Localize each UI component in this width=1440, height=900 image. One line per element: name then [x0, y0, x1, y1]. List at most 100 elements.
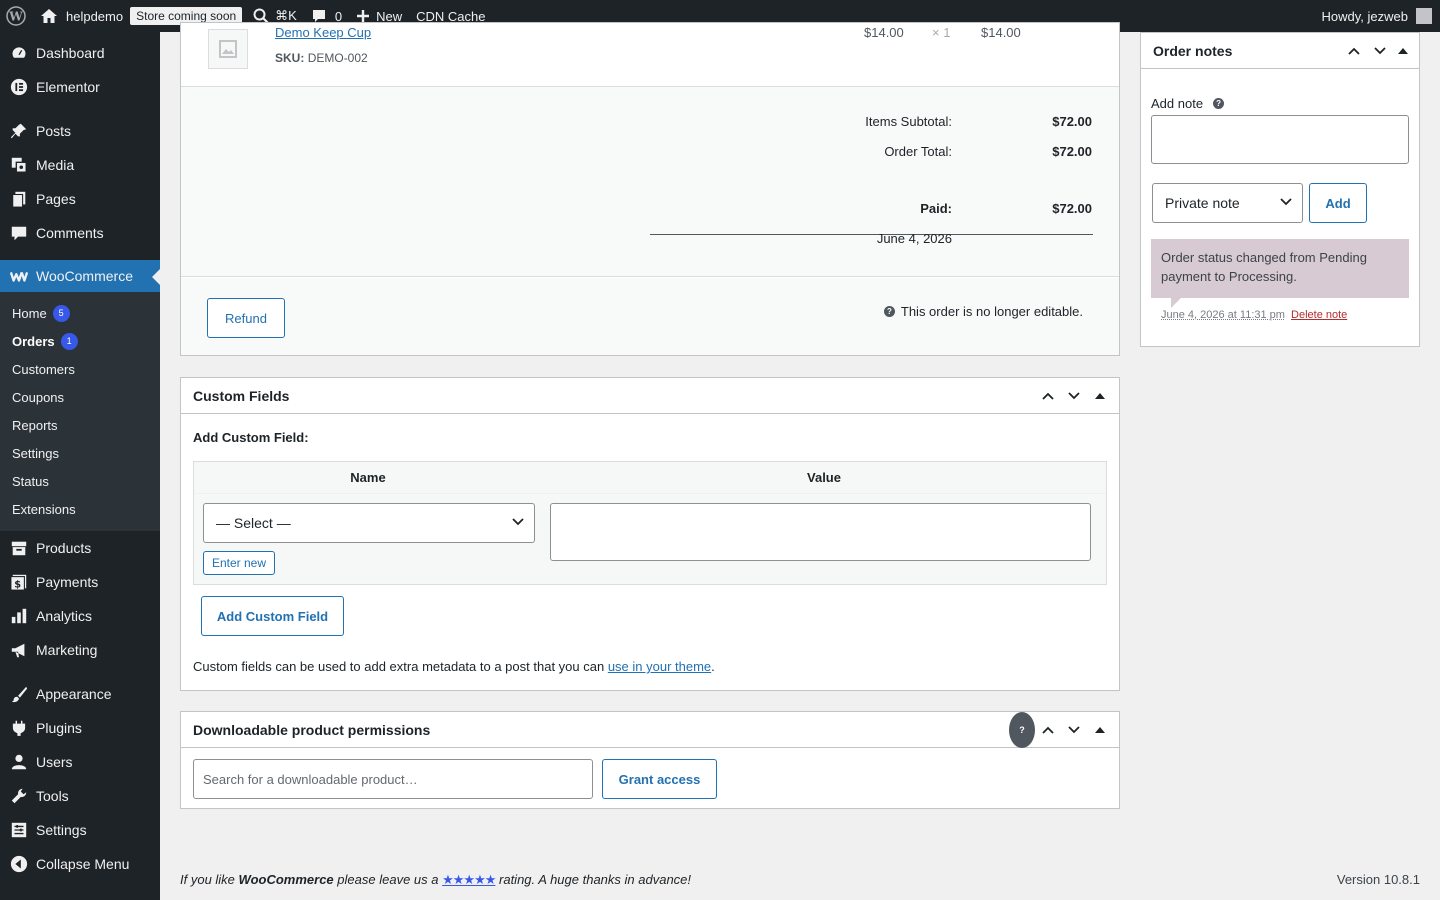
delete-note-link[interactable]: Delete note [1291, 309, 1347, 321]
sku-label: SKU: [275, 51, 305, 65]
refund-button[interactable]: Refund [207, 298, 285, 338]
chevron-down-icon [512, 518, 524, 526]
product-sku: SKU: DEMO-002 [275, 51, 368, 65]
menu-comments[interactable]: Comments [0, 216, 160, 250]
admin-sidebar: Dashboard Elementor Posts Media Pages Co… [0, 32, 160, 900]
submenu-customers[interactable]: Customers [0, 355, 160, 383]
menu-settings[interactable]: Settings [0, 813, 160, 847]
toggle-panel-icon[interactable] [1087, 378, 1113, 414]
order-note: Order status changed from Pending paymen… [1151, 239, 1409, 308]
note-type-select[interactable]: Private note [1152, 183, 1303, 223]
custom-fields-header: Custom Fields [181, 378, 1119, 414]
menu-pages[interactable]: Pages [0, 182, 160, 216]
move-down-icon[interactable] [1367, 33, 1393, 69]
move-down-icon[interactable] [1061, 712, 1087, 748]
add-note-text: Add note [1151, 96, 1204, 111]
product-name-link[interactable]: Demo Keep Cup [275, 25, 371, 40]
product-thumbnail [208, 29, 248, 69]
menu-elementor[interactable]: Elementor [0, 70, 160, 104]
submenu-settings[interactable]: Settings [0, 439, 160, 467]
order-total-row: Order Total: $72.00 [632, 144, 1092, 159]
sku-value: DEMO-002 [307, 51, 368, 65]
order-totals: Items Subtotal: $72.00 Order Total: $72.… [181, 87, 1119, 277]
rating-stars-link[interactable]: ★★★★★ [442, 872, 496, 887]
submenu-orders[interactable]: Orders 1 [0, 327, 160, 355]
collapse-menu-button[interactable]: Collapse Menu [0, 847, 160, 881]
menu-payments[interactable]: $ Payments [0, 565, 160, 599]
footer-text: If you like [180, 872, 235, 887]
menu-analytics[interactable]: Analytics [0, 599, 160, 633]
chevron-down-icon [1280, 198, 1292, 206]
move-up-icon[interactable] [1035, 378, 1061, 414]
menu-label: Analytics [36, 608, 93, 624]
custom-field-name-select[interactable]: — Select — [203, 503, 535, 543]
submenu-reports[interactable]: Reports [0, 411, 160, 439]
menu-woocommerce[interactable]: WooCommerce [0, 260, 160, 292]
enter-new-button[interactable]: Enter new [203, 551, 275, 575]
avatar[interactable] [1416, 8, 1432, 24]
use-in-theme-link[interactable]: use in your theme [608, 659, 711, 674]
wrench-icon [9, 786, 29, 806]
toggle-panel-icon[interactable] [1393, 33, 1413, 69]
paid-date-row: June 4, 2026 [632, 231, 1092, 246]
add-custom-field-button[interactable]: Add Custom Field [201, 596, 344, 636]
menu-plugins[interactable]: Plugins [0, 711, 160, 745]
custom-field-table: Name Value — Select — Enter new [193, 461, 1107, 585]
menu-label: Elementor [36, 79, 100, 95]
submenu-extensions[interactable]: Extensions [0, 495, 160, 523]
paid-date: June 4, 2026 [876, 231, 952, 246]
menu-users[interactable]: Users [0, 745, 160, 779]
refund-area: Refund ? This order is no longer editabl… [181, 278, 1119, 355]
wordpress-logo-icon[interactable]: W [0, 0, 33, 32]
submenu-coupons[interactable]: Coupons [0, 383, 160, 411]
submenu-status[interactable]: Status [0, 467, 160, 495]
menu-tools[interactable]: Tools [0, 779, 160, 813]
order-item-row: Demo Keep Cup SKU: DEMO-002 $14.00 × 1 $… [181, 23, 1119, 87]
note-textarea[interactable] [1151, 115, 1409, 164]
downloadable-product-search[interactable]: Search for a downloadable product… [193, 759, 593, 799]
add-note-button[interactable]: Add [1309, 183, 1367, 223]
pin-icon [9, 121, 29, 141]
plus-icon [356, 9, 370, 23]
menu-label: Plugins [36, 720, 82, 736]
site-name: helpdemo [66, 8, 124, 24]
move-up-icon[interactable] [1341, 33, 1367, 69]
menu-appearance[interactable]: Appearance [0, 677, 160, 711]
move-up-icon[interactable] [1035, 712, 1061, 748]
toggle-panel-icon[interactable] [1087, 712, 1113, 748]
menu-marketing[interactable]: Marketing [0, 633, 160, 667]
menu-posts[interactable]: Posts [0, 114, 160, 148]
footer-text: rating. A huge thanks in advance! [499, 872, 692, 887]
items-subtotal-value: $72.00 [1052, 114, 1092, 129]
payments-icon: $ [9, 572, 29, 592]
menu-label: Appearance [36, 686, 112, 702]
help-text-end: . [711, 659, 715, 674]
downloadable-permissions-panel: Downloadable product permissions ? Searc… [180, 711, 1120, 809]
help-icon[interactable]: ? [1213, 98, 1225, 109]
submenu-label: Orders [12, 333, 55, 349]
svg-text:$: $ [14, 579, 21, 590]
menu-dashboard[interactable]: Dashboard [0, 36, 160, 70]
svg-text:W: W [8, 10, 23, 24]
count-badge: 5 [52, 304, 70, 322]
howdy-text[interactable]: Howdy, jezweb [1322, 9, 1408, 24]
custom-fields-panel: Custom Fields Add Custom Field: Name Val… [180, 377, 1120, 691]
menu-media[interactable]: Media [0, 148, 160, 182]
menu-label: Payments [36, 574, 99, 590]
grant-access-button[interactable]: Grant access [602, 759, 717, 799]
name-column-header: Name [350, 470, 386, 485]
menu-products[interactable]: Products [0, 531, 160, 565]
footer-rating-text: If you like WooCommerce please leave us … [180, 872, 691, 888]
footer-text: please leave us a [337, 872, 439, 887]
help-icon[interactable]: ? [883, 306, 895, 317]
add-custom-field-label: Add Custom Field: [193, 430, 309, 445]
bar-chart-icon [9, 606, 29, 626]
woocommerce-submenu: Home 5 Orders 1 Customers Coupons Reports … [0, 292, 160, 531]
site-name-link[interactable]: helpdemo [33, 0, 130, 32]
custom-field-value-textarea[interactable] [550, 503, 1091, 561]
submenu-home[interactable]: Home 5 [0, 299, 160, 327]
help-icon[interactable]: ? [1009, 712, 1035, 748]
select-value: — Select — [216, 515, 291, 531]
move-down-icon[interactable] [1061, 378, 1087, 414]
version-text: Version 10.8.1 [1336, 872, 1420, 887]
